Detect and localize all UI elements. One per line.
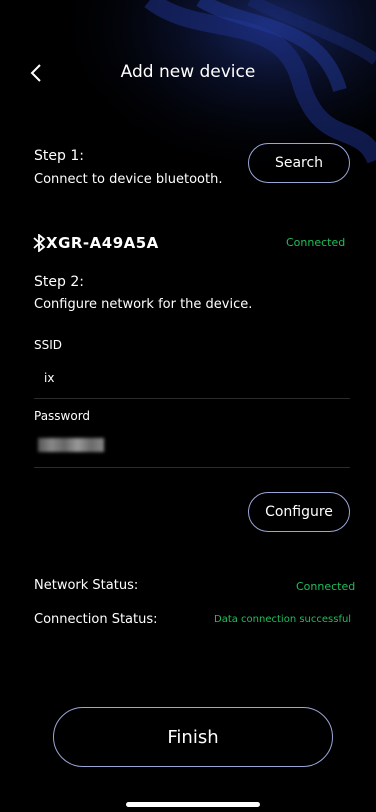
background-decoration: [0, 0, 376, 260]
device-status: Connected: [286, 236, 346, 249]
configure-button[interactable]: Configure: [248, 492, 350, 532]
page-title: Add new device: [120, 62, 256, 82]
divider: [34, 398, 350, 399]
header: Add new device: [0, 58, 376, 88]
network-status-label: Network Status:: [34, 578, 139, 593]
network-status-value: Connected: [296, 580, 356, 593]
step1-description: Connect to device bluetooth.: [34, 172, 223, 187]
device-row: XGR-A49A5A: [32, 232, 159, 254]
step1-label: Step 1:: [34, 148, 84, 164]
home-indicator: [126, 802, 260, 807]
password-input[interactable]: [38, 438, 104, 452]
bluetooth-icon: [33, 234, 46, 252]
step2-label: Step 2:: [34, 274, 84, 290]
step2-description: Configure network for the device.: [34, 297, 253, 312]
connection-status-label: Connection Status:: [34, 612, 158, 627]
password-label: Password: [34, 409, 91, 423]
ssid-input[interactable]: ix: [44, 371, 54, 385]
finish-button[interactable]: Finish: [53, 707, 333, 767]
search-button[interactable]: Search: [248, 143, 350, 183]
device-name: XGR-A49A5A: [46, 234, 159, 252]
connection-status-value: Data connection successful: [214, 614, 352, 625]
ssid-label: SSID: [34, 338, 63, 352]
divider: [34, 467, 350, 468]
